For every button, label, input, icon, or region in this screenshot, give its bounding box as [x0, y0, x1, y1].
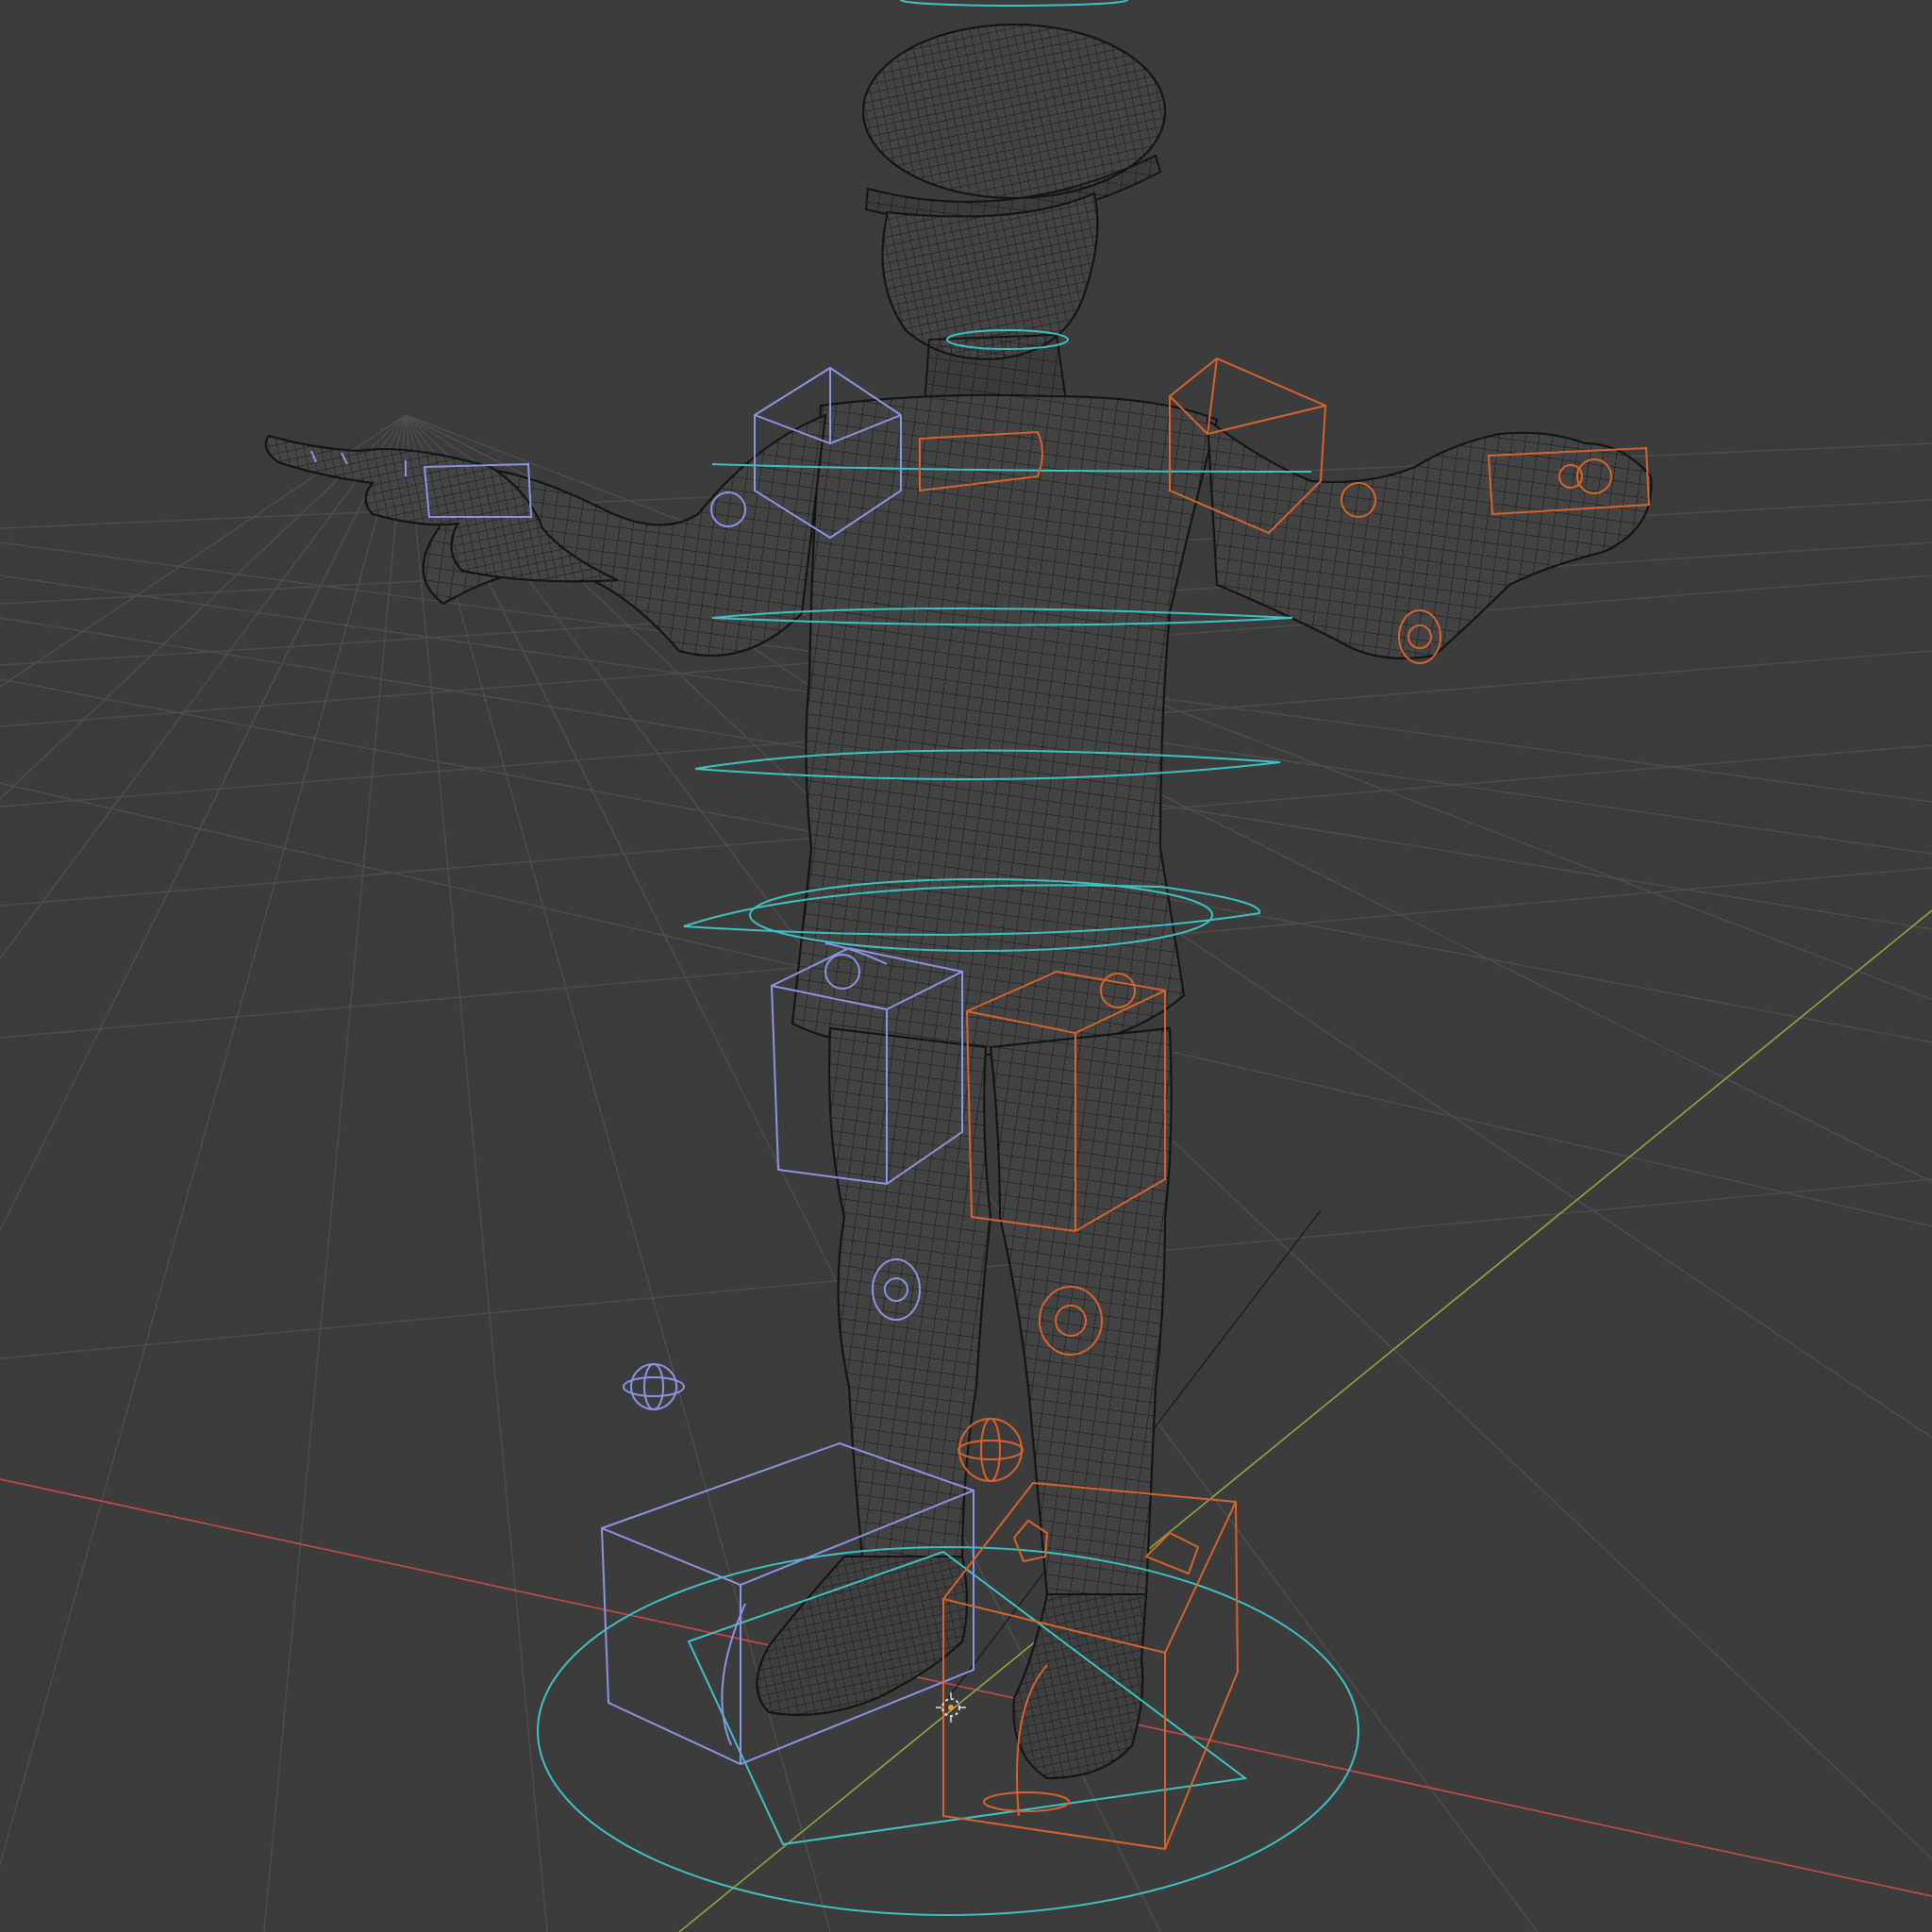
grid-line — [405, 414, 548, 1932]
knee-pole-left-control[interactable] — [623, 1363, 685, 1410]
grid-line — [263, 414, 407, 1932]
head-control[interactable] — [900, 0, 1128, 7]
toe-right-control[interactable] — [1144, 1531, 1200, 1575]
3d-viewport[interactable] — [0, 0, 1932, 1932]
3d-cursor[interactable] — [936, 1692, 966, 1723]
character-mesh[interactable] — [264, 24, 1653, 1780]
viewport-canvas[interactable] — [0, 0, 1932, 1932]
